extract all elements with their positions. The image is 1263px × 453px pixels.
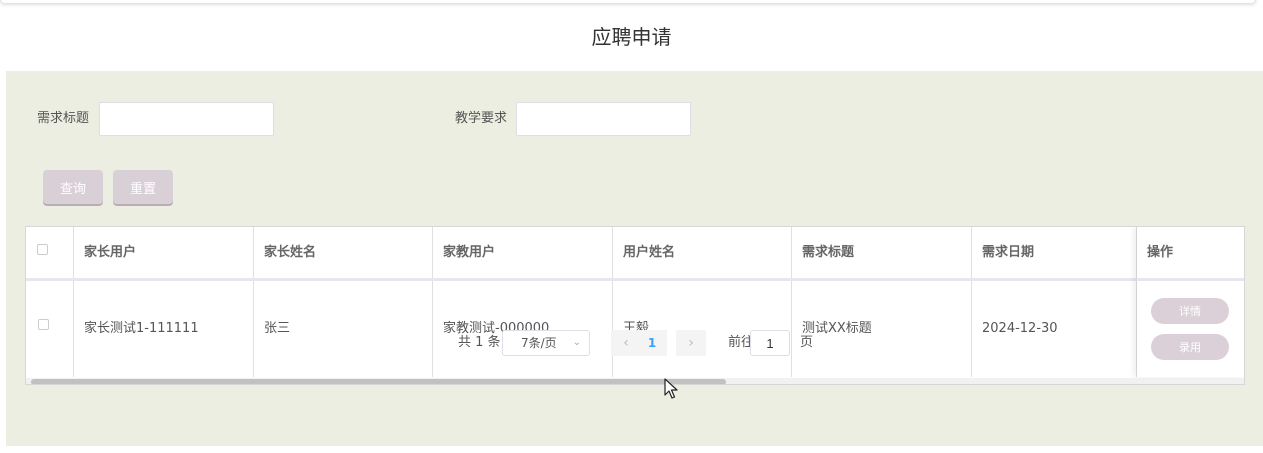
application-table: 家长用户 家长姓名 家教用户 用户姓名 需求标题 需求日期 家长测试1-1111… (25, 226, 1245, 385)
header-parent-user[interactable]: 家长用户 (74, 227, 254, 278)
pagination-current-page[interactable]: 1 (637, 330, 667, 356)
header-demand-title[interactable]: 需求标题 (792, 227, 972, 278)
header-tutor-user[interactable]: 家教用户 (433, 227, 613, 278)
select-all-checkbox[interactable] (37, 244, 48, 255)
chevron-down-icon: ⌄ (572, 337, 581, 348)
cell-demand-date: 2024-12-30 (982, 321, 1058, 336)
header-actions: 操作 (1137, 227, 1244, 281)
goto-page-input[interactable] (750, 330, 790, 356)
horizontal-scrollbar[interactable] (26, 378, 1244, 384)
header-demand-date[interactable]: 需求日期 (972, 227, 1137, 278)
detail-button[interactable]: 详情 (1151, 298, 1229, 324)
hire-button[interactable]: 录用 (1151, 334, 1229, 360)
page-size-value: 7条/页 (521, 336, 557, 350)
reset-button[interactable]: 重置 (113, 170, 173, 204)
operation-column: 操作 详情 录用 (1137, 227, 1244, 377)
mouse-pointer-icon (664, 378, 678, 399)
scrollbar-thumb[interactable] (31, 379, 726, 384)
page-title: 应聘申请 (591, 25, 672, 49)
row-checkbox[interactable] (38, 319, 49, 330)
page-size-select[interactable]: 7条/页 ⌄ (502, 330, 590, 356)
teaching-requirement-label: 教学要求 (455, 111, 508, 126)
pagination-total: 共 1 条 (458, 335, 501, 350)
demand-title-input[interactable] (99, 102, 274, 136)
query-button[interactable]: 查询 (43, 170, 103, 204)
cell-demand-title: 测试XX标题 (802, 321, 872, 336)
cell-user-name: 王毅 (623, 321, 650, 336)
cell-parent-name: 张三 (264, 321, 291, 336)
cell-tutor-user: 家教测试-000000 (443, 321, 550, 336)
content-panel: 需求标题 教学要求 查询 重置 家长用户 家长姓名 家教用户 用户姓名 需求标题… (6, 71, 1263, 446)
chevron-right-icon[interactable]: › (676, 330, 706, 356)
header-user-name[interactable]: 用户姓名 (613, 227, 792, 278)
cell-parent-user: 家长测试1-111111 (84, 321, 199, 336)
header-parent-name[interactable]: 家长姓名 (254, 227, 433, 278)
top-card-edge (0, 0, 1256, 4)
demand-title-label: 需求标题 (37, 111, 90, 126)
page-suffix-label: 页 (800, 335, 814, 350)
teaching-requirement-input[interactable] (516, 102, 691, 136)
